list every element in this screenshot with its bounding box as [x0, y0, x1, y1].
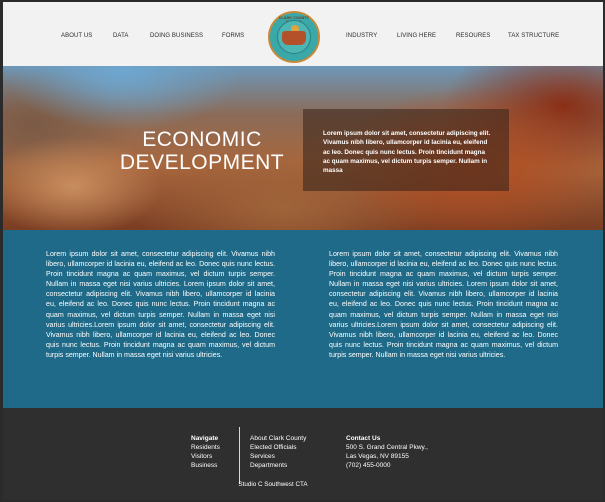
footer-address-line1: 500 S. Grand Central Pkwy.,: [346, 443, 428, 451]
nav-resources[interactable]: RESOURES: [456, 33, 490, 39]
footer-phone: (702) 455-0000: [346, 461, 391, 469]
site-footer: Navigate Residents Visitors Business Abo…: [3, 408, 603, 500]
nav-about-us[interactable]: ABOUT US: [61, 33, 92, 39]
page: ABOUT US DATA DOING BUSINESS FORMS CLARK…: [3, 2, 603, 500]
content-section: Lorem ipsum dolor sit amet, consectetur …: [3, 230, 603, 408]
hero-text-box: Lorem ipsum dolor sit amet, consectetur …: [303, 109, 509, 191]
logo-desert-icon: [282, 31, 306, 45]
hero-title-line1: ECONOMIC: [142, 128, 262, 151]
content-right-column: Lorem ipsum dolor sit amet, consectetur …: [329, 250, 558, 359]
footer-divider: [239, 427, 240, 484]
footer-contact-heading: Contact Us: [346, 435, 381, 442]
nav-tax-structure[interactable]: TAX STRUCTURE: [508, 33, 559, 39]
footer-link-services[interactable]: Services: [250, 453, 306, 462]
hero-title: ECONOMIC DEVELOPMENT: [115, 128, 289, 174]
footer-contact: Contact Us 500 S. Grand Central Pkwy., L…: [346, 435, 428, 471]
hero-title-line2: DEVELOPMENT: [119, 151, 285, 174]
site-header: ABOUT US DATA DOING BUSINESS FORMS CLARK…: [3, 2, 603, 66]
footer-link-elected-officials[interactable]: Elected Officials: [250, 444, 306, 453]
footer-link-business[interactable]: Business: [191, 462, 220, 471]
hero-box-text: Lorem ipsum dolor sit amet, consectetur …: [323, 130, 491, 175]
clark-county-logo[interactable]: CLARK COUNTY NEVADA: [268, 11, 320, 63]
footer-link-departments[interactable]: Departments: [250, 462, 306, 471]
nav-doing-business[interactable]: DOING BUSINESS: [150, 33, 203, 39]
footer-address-line2: Las Vegas, NV 89155: [346, 452, 409, 460]
nav-living-here[interactable]: LIVING HERE: [397, 33, 436, 39]
nav-forms[interactable]: FORMS: [222, 33, 244, 39]
footer-navigate-heading: Navigate: [191, 435, 219, 442]
footer-link-residents[interactable]: Residents: [191, 444, 220, 453]
footer-link-visitors[interactable]: Visitors: [191, 453, 220, 462]
footer-info: About Clark County Elected Officials Ser…: [250, 435, 306, 471]
hero-banner: ECONOMIC DEVELOPMENT Lorem ipsum dolor s…: [3, 66, 603, 230]
content-left-column: Lorem ipsum dolor sit amet, consectetur …: [46, 250, 275, 359]
footer-navigate: Navigate Residents Visitors Business: [191, 435, 220, 471]
footer-link-about-clark-county[interactable]: About Clark County: [250, 435, 306, 444]
nav-industry[interactable]: INDUSTRY: [346, 33, 377, 39]
footer-credit: Studio C Southwest CTA: [238, 481, 308, 488]
nav-data[interactable]: DATA: [113, 33, 129, 39]
